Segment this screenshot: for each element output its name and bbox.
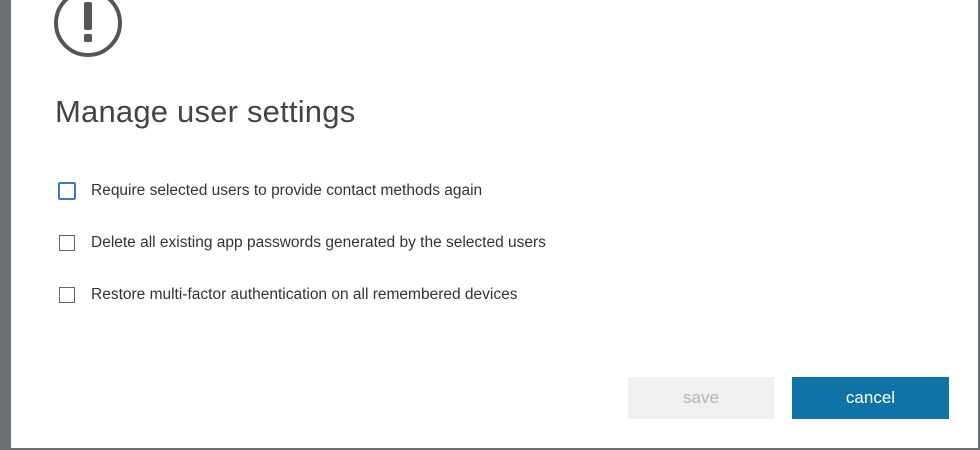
- option-require-contact-methods[interactable]: Require selected users to provide contac…: [58, 180, 483, 202]
- option-restore-mfa[interactable]: Restore multi-factor authentication on a…: [59, 284, 517, 306]
- delete-app-passwords-checkbox[interactable]: [59, 235, 75, 251]
- option-label: Require selected users to provide contac…: [91, 182, 483, 199]
- cancel-button[interactable]: cancel: [792, 377, 949, 419]
- backdrop-strip: [0, 0, 11, 450]
- option-label: Restore multi-factor authentication on a…: [91, 286, 518, 303]
- option-label: Delete all existing app passwords genera…: [91, 234, 546, 251]
- save-button[interactable]: save: [628, 377, 774, 419]
- exclamation-circle-icon: [54, 0, 122, 57]
- dialog-title: Manage user settings: [55, 94, 356, 129]
- manage-user-settings-dialog: Manage user settings Require selected us…: [11, 0, 979, 449]
- require-contact-methods-checkbox[interactable]: [58, 182, 76, 200]
- restore-mfa-checkbox[interactable]: [59, 287, 75, 303]
- option-delete-app-passwords[interactable]: Delete all existing app passwords genera…: [59, 232, 546, 254]
